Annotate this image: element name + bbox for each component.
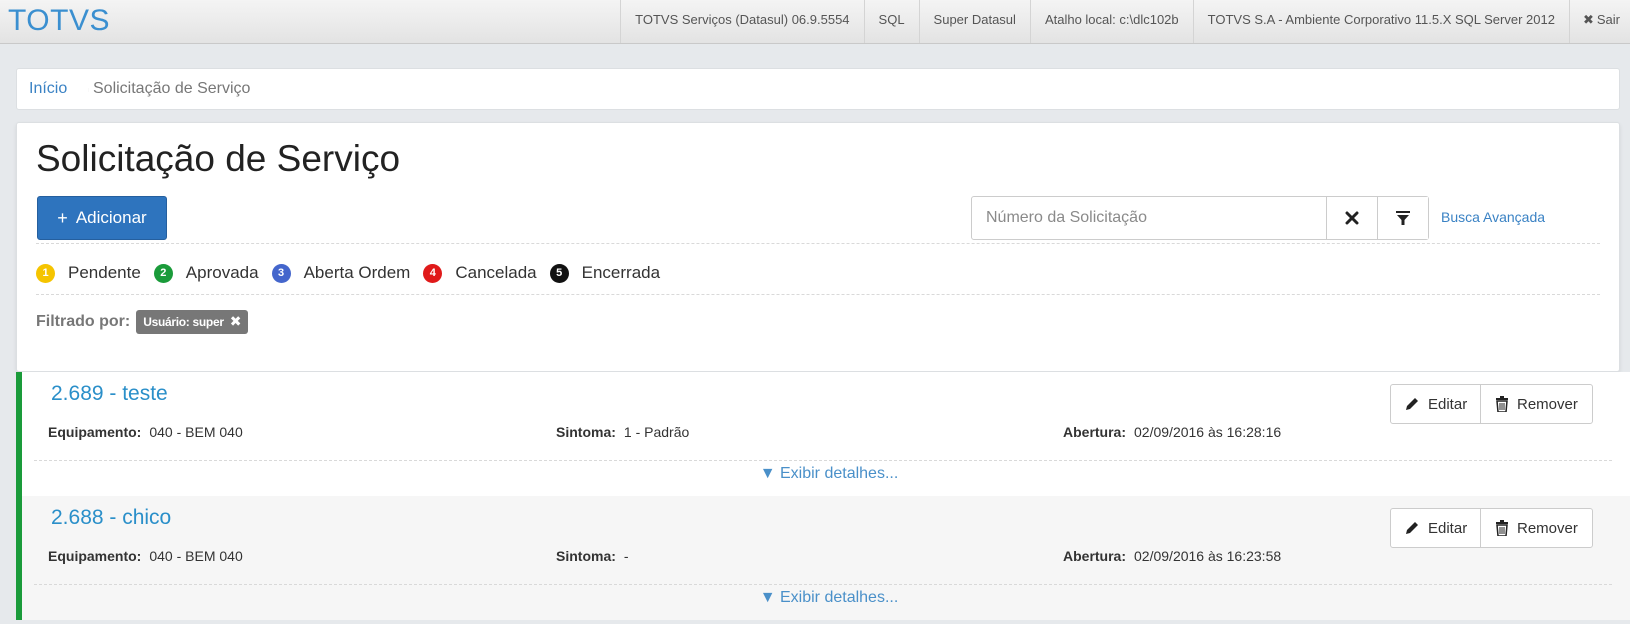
status-dot-aberta-ordem: 3 (271, 263, 291, 283)
plus-icon: + (57, 207, 68, 228)
filter-icon (1396, 211, 1410, 225)
remove-button[interactable]: Remover (1480, 509, 1592, 547)
legend-item-aberta-ordem: 3 Aberta Ordem (271, 263, 411, 283)
remove-button[interactable]: Remover (1480, 385, 1592, 423)
top-bar: TOTVS TOTVS Serviços (Datasul) 06.9.5554… (0, 0, 1630, 44)
field-equipamento: Equipamento: 040 - BEM 040 (48, 424, 243, 440)
breadcrumb-separator-icon (88, 87, 89, 93)
filter-button[interactable] (1377, 197, 1428, 239)
legend-label: Encerrada (581, 263, 661, 282)
status-dot-aprovada: 2 (153, 263, 173, 283)
field-abertura: Abertura: 02/09/2016 às 16:23:58 (1063, 548, 1281, 564)
pencil-icon (1406, 398, 1418, 410)
pencil-icon (1406, 522, 1418, 534)
remove-label: Remover (1517, 395, 1578, 413)
request-actions: Editar Remover (1390, 384, 1593, 424)
show-details-link[interactable]: ▼ Exibir detalhes... (22, 589, 1630, 607)
divider (36, 243, 1600, 244)
field-value: - (623, 548, 629, 564)
field-sintoma: Sintoma: 1 - Padrão (556, 424, 689, 440)
logout-label: Sair (1596, 12, 1620, 27)
field-value: 1 - Padrão (623, 424, 690, 440)
product-version[interactable]: TOTVS Serviços (Datasul) 06.9.5554 (620, 0, 863, 43)
legend-item-encerrada: 5 Encerrada (549, 263, 661, 283)
edit-label: Editar (1428, 519, 1468, 537)
filter-tag-label: Usuário: super (143, 314, 224, 329)
field-label: Abertura: (1063, 548, 1127, 564)
field-label: Sintoma: (556, 548, 616, 564)
breadcrumb-current: Solicitação de Serviço (93, 80, 251, 97)
field-label: Equipamento: (48, 424, 142, 440)
field-equipamento: Equipamento: 040 - BEM 040 (48, 548, 243, 564)
advanced-search-link[interactable]: Busca Avançada (1441, 209, 1545, 225)
field-value: 040 - BEM 040 (149, 548, 243, 564)
legend-item-aprovada: 2 Aprovada (153, 263, 259, 283)
request-card: 2.688 - chico Editar Remover Equipamento… (16, 496, 1630, 620)
main-panel: Solicitação de Serviço + Adicionar Busca… (16, 122, 1620, 372)
legend-label: Aberta Ordem (303, 263, 411, 282)
logout-button[interactable]: ✖ Sair (1568, 0, 1630, 43)
edit-button[interactable]: Editar (1391, 385, 1480, 423)
add-button[interactable]: + Adicionar (37, 196, 167, 240)
field-label: Abertura: (1063, 424, 1127, 440)
field-label: Equipamento: (48, 548, 142, 564)
request-card: 2.689 - teste Editar Remover Equipamento… (16, 372, 1630, 496)
environment-info[interactable]: TOTVS S.A - Ambiente Corporativo 11.5.X … (1192, 0, 1569, 43)
remove-filter-icon[interactable]: ✖ (230, 313, 242, 330)
edit-label: Editar (1428, 395, 1468, 413)
local-shortcut[interactable]: Atalho local: c:\dlc102b (1029, 0, 1193, 43)
add-button-label: Adicionar (75, 208, 147, 227)
search-input[interactable] (972, 197, 1326, 239)
field-abertura: Abertura: 02/09/2016 às 16:28:16 (1063, 424, 1281, 440)
status-legend: 1 Pendente 2 Aprovada 3 Aberta Ordem 4 C… (36, 261, 673, 285)
brand-logo[interactable]: TOTVS (8, 4, 110, 38)
divider (34, 460, 1612, 461)
field-value: 02/09/2016 às 16:23:58 (1134, 548, 1282, 564)
page-title: Solicitação de Serviço (36, 138, 401, 179)
remove-label: Remover (1517, 519, 1578, 537)
field-value: 02/09/2016 às 16:28:16 (1134, 424, 1282, 440)
edit-button[interactable]: Editar (1391, 509, 1480, 547)
database-type[interactable]: SQL (863, 0, 919, 43)
legend-label: Pendente (68, 263, 141, 282)
close-icon: ✖ (1582, 12, 1594, 27)
legend-item-cancelada: 4 Cancelada (423, 263, 537, 283)
legend-label: Aprovada (185, 263, 259, 282)
status-dot-cancelada: 4 (423, 263, 443, 283)
filter-label: Filtrado por: (36, 313, 131, 330)
divider (34, 584, 1612, 585)
top-bar-items: TOTVS Serviços (Datasul) 06.9.5554 SQL S… (620, 0, 1630, 43)
clear-icon (1345, 211, 1359, 225)
request-actions: Editar Remover (1390, 508, 1593, 548)
request-title-link[interactable]: 2.688 - chico (51, 506, 171, 530)
search-group (971, 196, 1429, 240)
field-sintoma: Sintoma: - (556, 548, 629, 564)
legend-item-pendente: 1 Pendente (36, 263, 141, 283)
request-list: 2.689 - teste Editar Remover Equipamento… (16, 372, 1630, 624)
show-details-link[interactable]: ▼ Exibir detalhes... (22, 465, 1630, 483)
trash-icon (1496, 396, 1508, 412)
legend-label: Cancelada (455, 263, 537, 282)
status-dot-encerrada: 5 (549, 263, 569, 283)
clear-search-button[interactable] (1326, 197, 1377, 239)
field-value: 040 - BEM 040 (149, 424, 243, 440)
user-name[interactable]: Super Datasul (918, 0, 1030, 43)
status-dot-pendente: 1 (36, 263, 55, 283)
active-filters: Filtrado por: Usuário: super ✖ (36, 310, 249, 334)
trash-icon (1496, 520, 1508, 536)
filter-tag-user[interactable]: Usuário: super ✖ (136, 310, 249, 334)
request-title-link[interactable]: 2.689 - teste (51, 382, 168, 406)
divider (36, 294, 1600, 295)
breadcrumb-home-link[interactable]: Início (29, 80, 67, 98)
breadcrumb: Início Solicitação de Serviço (16, 68, 1620, 110)
field-label: Sintoma: (556, 424, 616, 440)
